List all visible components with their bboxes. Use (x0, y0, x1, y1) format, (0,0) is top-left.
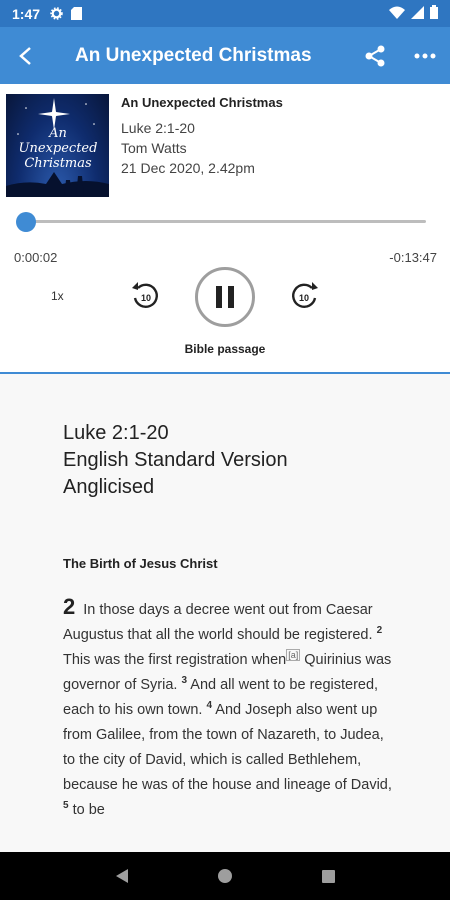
rewind-10-icon[interactable]: 10 (130, 280, 162, 312)
seek-bar[interactable] (26, 220, 426, 223)
bible-reference-block: Luke 2:1-20 English Standard Version Ang… (63, 420, 288, 501)
episode-date: 21 Dec 2020, 2.42pm (121, 160, 255, 176)
speed-button[interactable]: 1x (51, 289, 64, 303)
signal-icon (411, 5, 424, 22)
share-icon[interactable] (360, 41, 390, 71)
gear-icon (50, 7, 63, 20)
more-vert-icon[interactable] (410, 41, 440, 71)
episode-artwork: An Unexpected Christmas (6, 94, 109, 197)
sd-card-icon (71, 7, 83, 20)
home-circle-icon[interactable] (213, 864, 237, 888)
bible-version: English Standard Version (63, 449, 288, 471)
verse-5: to be (72, 802, 105, 818)
forward-label: 10 (299, 293, 309, 303)
bible-passage-text: 2 In those days a decree went out from C… (63, 594, 393, 823)
rewind-label: 10 (141, 293, 151, 303)
bible-reference: Luke 2:1-20 (63, 422, 169, 444)
back-arrow-icon[interactable] (0, 27, 50, 84)
verse-1: In those days a decree went out from Cae… (63, 602, 373, 643)
verse-number: 4 (206, 700, 213, 712)
wifi-icon (389, 6, 405, 22)
remaining-time: -0:13:47 (389, 250, 437, 265)
artwork-title: An Unexpected Christmas (18, 126, 98, 171)
app-bar: An Unexpected Christmas (0, 27, 450, 84)
footnote-link[interactable]: [a] (286, 649, 301, 662)
back-triangle-icon[interactable] (110, 864, 134, 888)
episode-passage: Luke 2:1-20 (121, 120, 195, 136)
section-heading: The Birth of Jesus Christ (63, 556, 218, 571)
pause-button[interactable] (195, 267, 255, 327)
bible-version-edition: Anglicised (63, 476, 155, 498)
episode-speaker: Tom Watts (121, 140, 187, 156)
forward-10-icon[interactable]: 10 (288, 280, 320, 312)
pause-icon (216, 286, 234, 308)
verse-number: 3 (181, 675, 188, 687)
system-nav-bar (0, 852, 450, 900)
episode-meta: An Unexpected Christmas Luke 2:1-20 Tom … (121, 95, 283, 178)
player-panel: An Unexpected Christmas An Unexpected Ch… (0, 84, 450, 374)
verse-number: 5 (63, 800, 69, 812)
chapter-number: 2 (63, 594, 76, 619)
status-time: 1:47 (12, 5, 41, 22)
bible-content: Luke 2:1-20 English Standard Version Ang… (0, 376, 450, 852)
verse-number: 2 (376, 625, 383, 637)
battery-icon (430, 5, 438, 22)
seek-thumb[interactable] (16, 212, 36, 232)
bible-passage-button[interactable]: Bible passage (0, 342, 450, 356)
page-title: An Unexpected Christmas (75, 44, 312, 66)
episode-title: An Unexpected Christmas (121, 95, 283, 110)
recents-square-icon[interactable] (316, 864, 340, 888)
verse-2a: This was the first registration when (63, 652, 287, 668)
elapsed-time: 0:00:02 (14, 250, 58, 265)
status-bar: 1:47 (0, 0, 450, 27)
